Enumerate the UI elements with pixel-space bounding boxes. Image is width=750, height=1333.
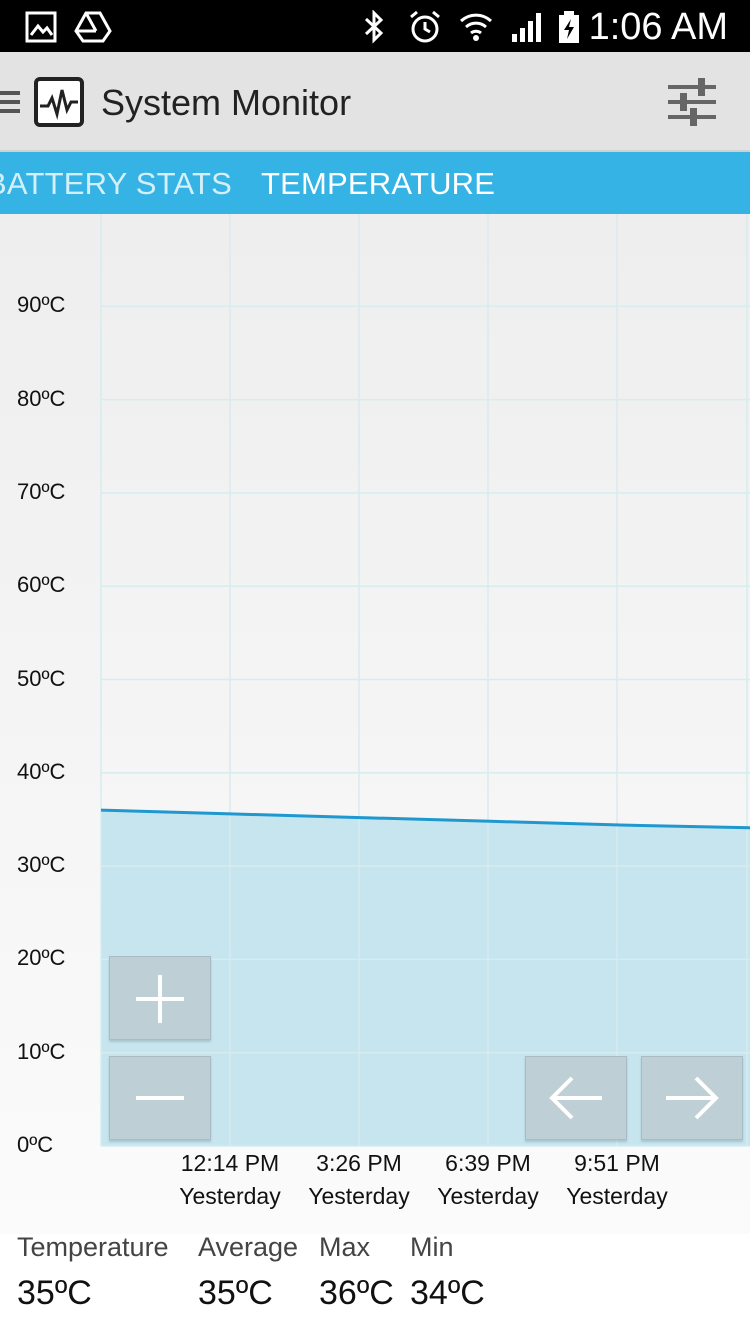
y-tick-label: 30ºC xyxy=(17,852,66,878)
zoom-in-button[interactable] xyxy=(109,956,211,1040)
stat-average-label: Average xyxy=(198,1232,299,1262)
y-tick-label: 90ºC xyxy=(17,292,66,318)
y-tick-label: 80ºC xyxy=(17,385,66,411)
arrow-left-icon xyxy=(549,1076,602,1120)
x-tick-time: 6:39 PM xyxy=(445,1150,531,1176)
x-tick-label: 3:26 PM Yesterday xyxy=(294,1147,424,1213)
x-tick-label: 12:14 PM Yesterday xyxy=(165,1147,295,1213)
x-tick-day: Yesterday xyxy=(308,1183,410,1209)
y-tick-label: 50ºC xyxy=(17,665,66,691)
x-tick-label: 6:39 PM Yesterday xyxy=(423,1147,553,1213)
y-tick-label: 0ºC xyxy=(17,1132,54,1157)
stat-temperature-value: 35ºC xyxy=(17,1274,92,1312)
minus-icon xyxy=(136,1096,184,1100)
y-tick-label: 60ºC xyxy=(17,572,66,598)
x-tick-day: Yesterday xyxy=(437,1183,539,1209)
stat-min-value: 34ºC xyxy=(410,1274,485,1312)
x-tick-time: 12:14 PM xyxy=(180,1150,280,1176)
stat-temperature-label: Temperature xyxy=(17,1232,169,1262)
pan-left-button[interactable] xyxy=(525,1056,627,1140)
plus-icon xyxy=(136,975,184,1023)
x-tick-day: Yesterday xyxy=(179,1183,281,1209)
y-tick-label: 20ºC xyxy=(17,945,66,971)
y-tick-label: 40ºC xyxy=(17,758,66,784)
zoom-out-button[interactable] xyxy=(109,1056,211,1140)
x-tick-time: 9:51 PM xyxy=(574,1150,660,1176)
stat-max-value: 36ºC xyxy=(319,1274,394,1312)
x-tick-time: 3:26 PM xyxy=(316,1150,402,1176)
pan-right-button[interactable] xyxy=(641,1056,743,1140)
x-tick-label: 9:51 PM Yesterday xyxy=(552,1147,682,1213)
arrow-right-icon xyxy=(666,1076,719,1120)
y-tick-label: 10ºC xyxy=(17,1038,66,1064)
stat-average-value: 35ºC xyxy=(198,1274,273,1312)
stat-min-label: Min xyxy=(410,1232,454,1262)
stat-max-label: Max xyxy=(319,1232,371,1262)
y-tick-label: 70ºC xyxy=(17,478,66,504)
x-tick-day: Yesterday xyxy=(566,1183,668,1209)
